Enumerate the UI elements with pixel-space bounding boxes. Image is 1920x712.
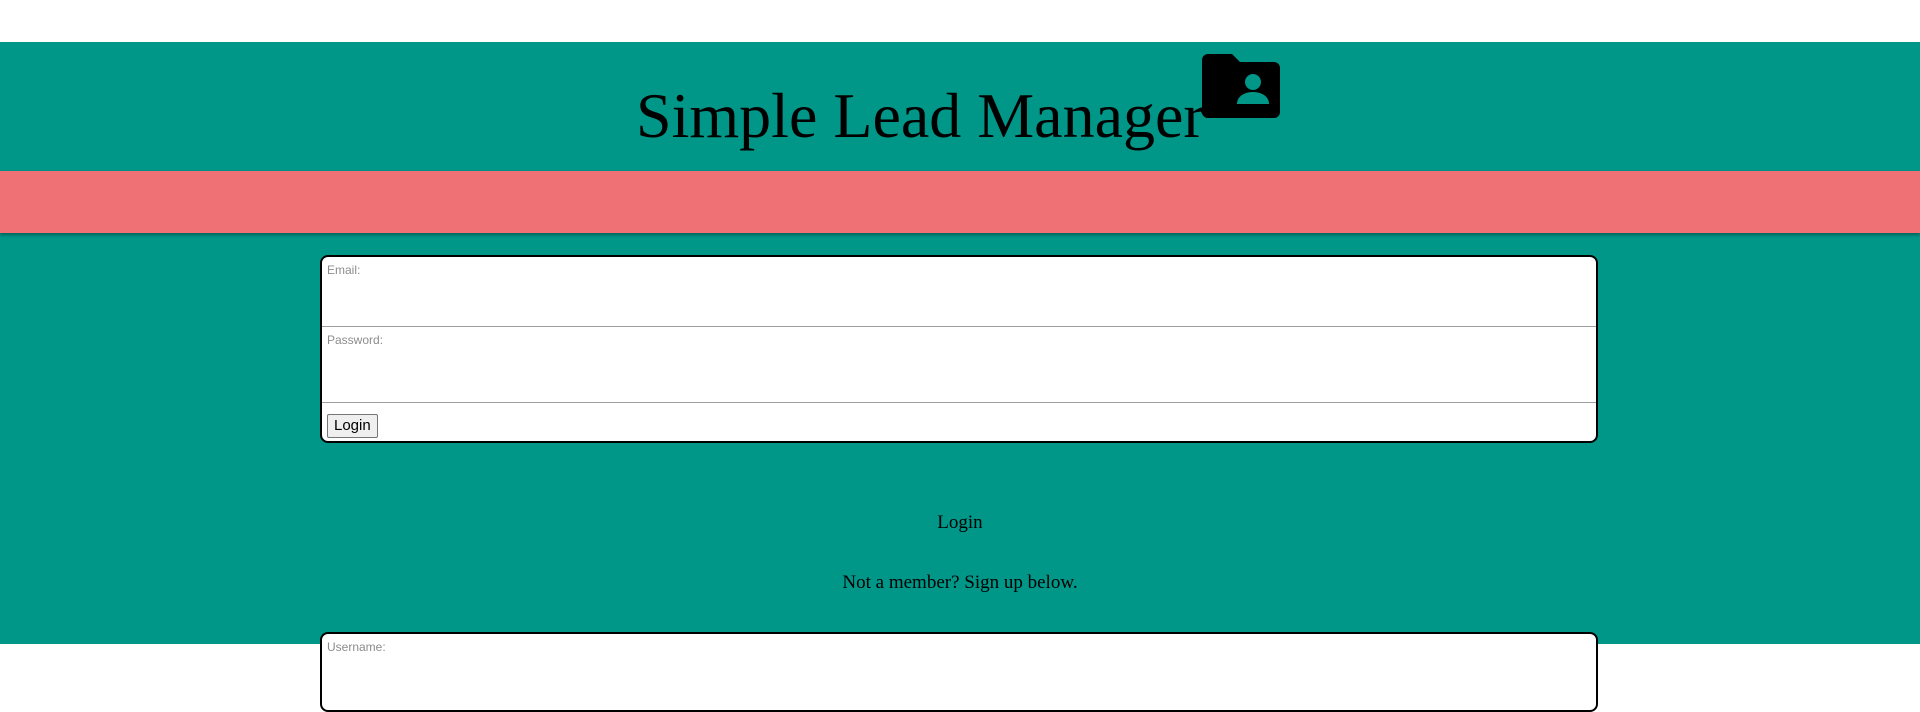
username-field-wrap: Username: — [322, 634, 1596, 710]
email-field-wrap: Email: — [322, 257, 1596, 327]
login-heading: Login — [937, 512, 983, 533]
password-field[interactable] — [327, 351, 1591, 398]
username-label: Username: — [327, 640, 386, 654]
app-title: Simple Lead Manager — [636, 80, 1205, 151]
signup-form: Username: — [320, 632, 1598, 712]
login-button[interactable]: Login — [327, 414, 378, 438]
top-spacer — [0, 0, 1920, 42]
username-field[interactable] — [327, 658, 1591, 710]
password-label: Password: — [327, 333, 384, 347]
email-field[interactable] — [327, 281, 1591, 322]
email-label: Email: — [327, 263, 361, 277]
password-field-wrap: Password: — [322, 327, 1596, 403]
page-body: Simple Lead Manager Email: Password: Log… — [0, 42, 1920, 712]
nav-bar — [0, 171, 1920, 233]
folder-user-icon — [1202, 54, 1280, 118]
signup-prompt: Not a member? Sign up below. — [842, 572, 1078, 593]
login-form: Email: Password: Login — [320, 255, 1598, 443]
login-button-row: Login — [322, 403, 1596, 441]
app-header: Simple Lead Manager — [0, 42, 1920, 171]
